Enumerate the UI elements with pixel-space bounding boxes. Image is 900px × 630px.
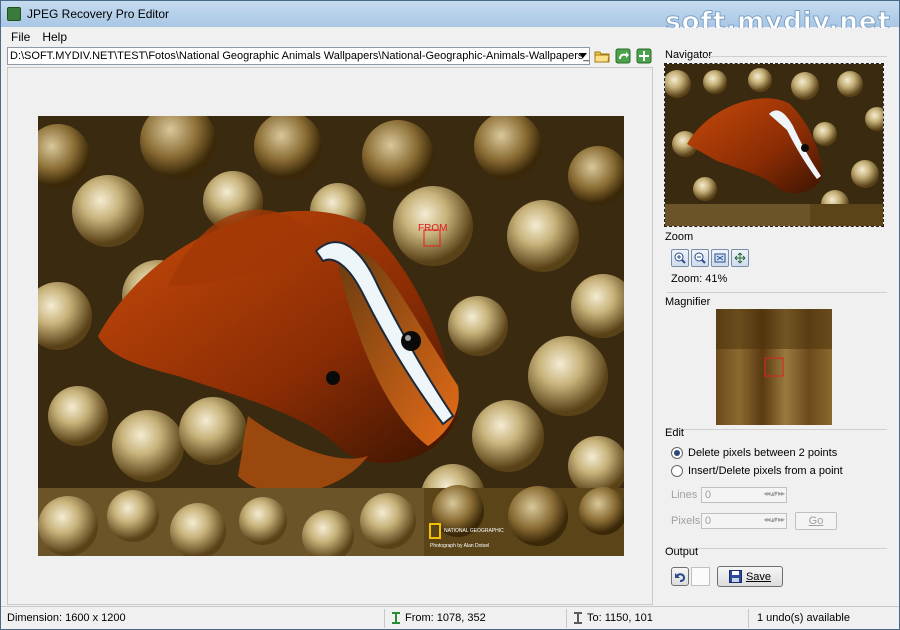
- pixels-row: Pixels 0 ◂◂ ▴▾ ▸▸ Go: [671, 512, 837, 530]
- undo-button[interactable]: [671, 567, 689, 586]
- actual-size-icon[interactable]: [731, 249, 749, 267]
- navigator-label: Navigator: [665, 49, 713, 61]
- save-button[interactable]: Save: [717, 566, 783, 587]
- delete-pixels-label: Delete pixels between 2 points: [688, 447, 838, 459]
- radio-unselected-icon: [671, 465, 683, 477]
- separator: [707, 56, 887, 57]
- status-to: To: 1150, 101: [567, 608, 749, 628]
- stepper-arrows-icon[interactable]: ◂◂ ▴▾ ▸▸: [763, 489, 785, 498]
- pixels-label: Pixels: [671, 515, 701, 527]
- from-text: From: 1078, 352: [405, 612, 486, 624]
- to-text: To: 1150, 101: [587, 612, 653, 624]
- path-toolbar: D:\SOFT.MYDIV.NET\TEST\Fotos\National Ge…: [7, 46, 653, 66]
- chevron-down-icon[interactable]: [579, 53, 588, 58]
- status-undo: 1 undo(s) available: [749, 609, 897, 628]
- edit-label: Edit: [665, 427, 684, 439]
- photo-credit: Photograph by Alan Dotsel: [430, 543, 489, 549]
- magnifier-view: [716, 309, 832, 425]
- add-file-icon[interactable]: [635, 47, 653, 65]
- lines-value: 0: [705, 489, 712, 501]
- magnifier-label: Magnifier: [665, 296, 711, 308]
- lines-stepper[interactable]: 0 ◂◂ ▴▾ ▸▸: [701, 487, 787, 503]
- zoom-toolbar: [671, 249, 749, 267]
- zoom-value: Zoom: 41%: [671, 273, 728, 285]
- refresh-icon[interactable]: [614, 47, 632, 65]
- output-label: Output: [665, 546, 699, 558]
- menu-bar: File Help: [1, 28, 899, 46]
- to-marker-icon: [574, 612, 582, 624]
- ng-logo: NATIONAL GEOGRAPHIC: [444, 528, 504, 534]
- dimension-text: Dimension: 1600 x 1200: [7, 612, 126, 624]
- menu-file[interactable]: File: [11, 30, 30, 44]
- from-marker: FROM: [418, 223, 447, 234]
- pixels-value: 0: [705, 515, 712, 527]
- lines-label: Lines: [671, 489, 698, 501]
- app-icon: [7, 7, 21, 21]
- insert-delete-option[interactable]: Insert/Delete pixels from a point: [671, 465, 843, 477]
- delete-pixels-option[interactable]: Delete pixels between 2 points: [671, 447, 837, 459]
- file-path-combobox[interactable]: D:\SOFT.MYDIV.NET\TEST\Fotos\National Ge…: [7, 47, 591, 65]
- zoom-out-icon[interactable]: [691, 249, 709, 267]
- app-window: JPEG Recovery Pro Editor soft.mydiv.net …: [0, 0, 900, 630]
- status-bar: Dimension: 1600 x 1200 From: 1078, 352 T…: [1, 606, 899, 629]
- side-panel: Navigator Zoom Zoom: 41% Magnifier Edit …: [661, 46, 891, 604]
- go-button[interactable]: Go: [795, 512, 837, 530]
- go-label: Go: [808, 515, 824, 527]
- redo-button[interactable]: [691, 567, 710, 586]
- zoom-in-icon[interactable]: [671, 249, 689, 267]
- clownfish-photo[interactable]: FROM NATIONAL GEOGRAPHIC Photograph by A…: [38, 116, 624, 556]
- menu-help[interactable]: Help: [42, 30, 67, 44]
- separator: [667, 548, 887, 549]
- title-bar[interactable]: JPEG Recovery Pro Editor soft.mydiv.net: [1, 1, 899, 38]
- undo-count-text: 1 undo(s) available: [757, 612, 850, 624]
- fit-window-icon[interactable]: [711, 249, 729, 267]
- save-label: Save: [745, 570, 772, 583]
- insert-delete-label: Insert/Delete pixels from a point: [688, 465, 843, 477]
- pixels-stepper[interactable]: 0 ◂◂ ▴▾ ▸▸: [701, 513, 787, 529]
- status-from: From: 1078, 352: [385, 608, 567, 628]
- radio-selected-icon: [671, 447, 683, 459]
- file-path-value: D:\SOFT.MYDIV.NET\TEST\Fotos\National Ge…: [10, 50, 591, 62]
- separator: [667, 429, 887, 430]
- separator: [667, 292, 887, 293]
- status-dimension: Dimension: 1600 x 1200: [1, 608, 385, 628]
- lines-row: Lines 0 ◂◂ ▴▾ ▸▸: [671, 487, 787, 503]
- from-marker-icon: [392, 612, 400, 624]
- image-canvas[interactable]: FROM NATIONAL GEOGRAPHIC Photograph by A…: [7, 67, 653, 605]
- navigator-preview[interactable]: [664, 63, 884, 227]
- window-title: JPEG Recovery Pro Editor: [27, 7, 170, 21]
- zoom-label: Zoom: [665, 231, 694, 243]
- open-folder-icon[interactable]: [593, 47, 611, 65]
- floppy-disk-icon: [728, 570, 742, 583]
- stepper-arrows-icon[interactable]: ◂◂ ▴▾ ▸▸: [763, 515, 785, 524]
- undo-icon: [675, 572, 686, 582]
